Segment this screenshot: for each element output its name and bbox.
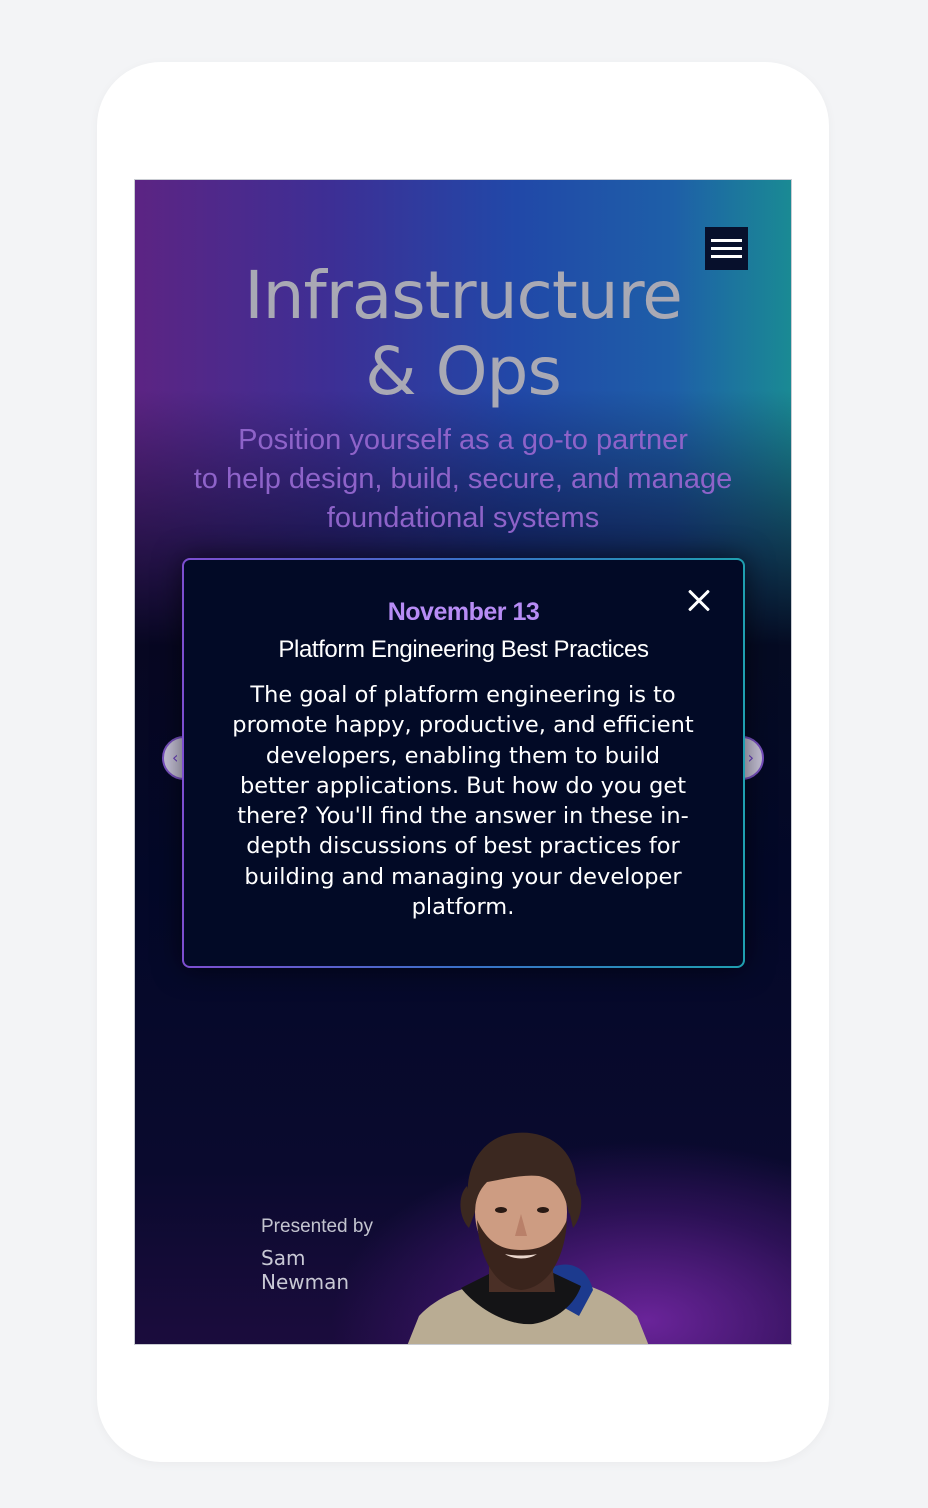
session-details-modal: November 13 Platform Engineering Best Pr… (182, 558, 745, 968)
hero-subtitle-line-3: foundational systems (326, 502, 600, 534)
presenter-name: Sam Newman (261, 1246, 350, 1294)
hero-subtitle: Position yourself as a go-to partner to h… (135, 421, 791, 538)
session-description: The goal of platform engineering is to p… (232, 682, 694, 921)
session-title: Platform Engineering Best Practices (278, 636, 649, 663)
hero-subtitle-line-1: Position yourself as a go-to partner (238, 424, 688, 456)
hero-title: Infrastructure & Ops (135, 258, 791, 410)
hero-subtitle-line-2: to help design, build, secure, and manag… (193, 463, 733, 495)
session-date: November 13 (387, 598, 540, 626)
presenter-photo (407, 1132, 649, 1344)
hero-title-line-1: Infrastructure (244, 257, 683, 334)
presenter-label: Presented by (261, 1216, 373, 1237)
landing-page-screen: Infrastructure & Ops Position yourself as… (134, 179, 792, 1345)
hero-title-line-2: & Ops (365, 333, 562, 410)
